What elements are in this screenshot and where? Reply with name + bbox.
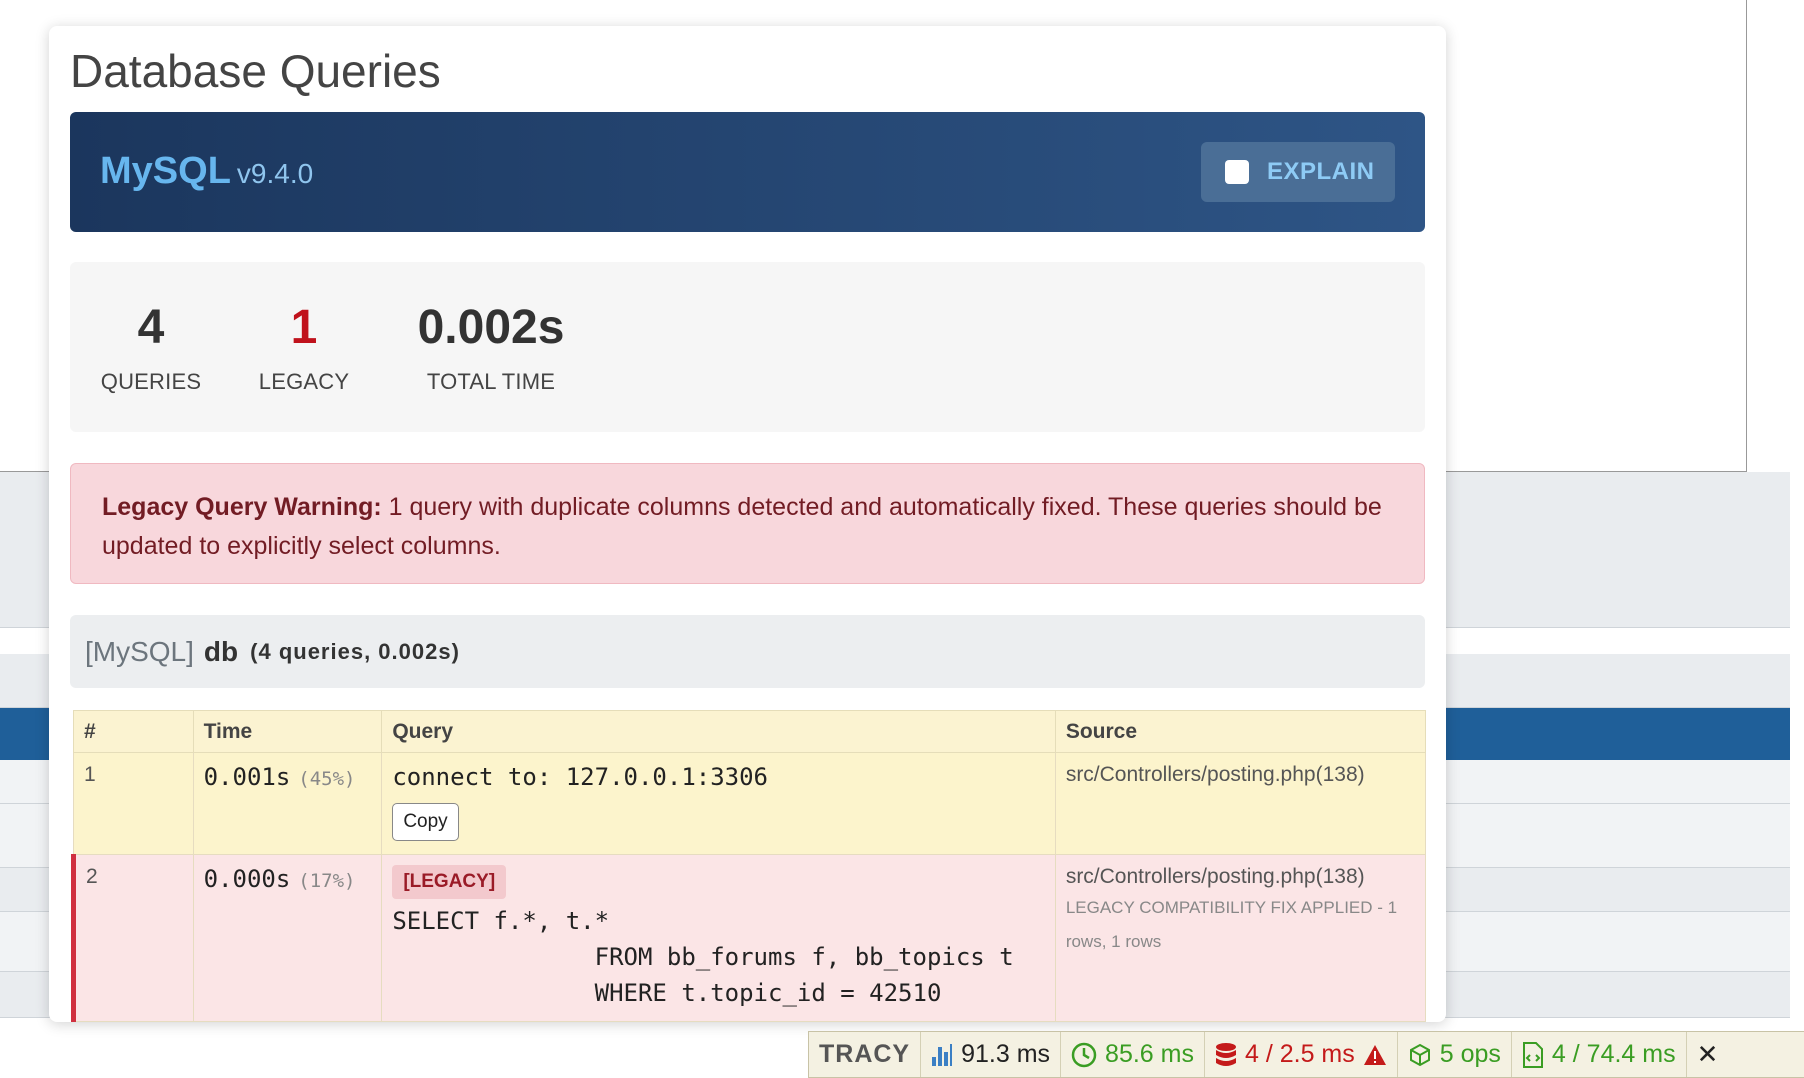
- stats-summary: 4 QUERIES 1 LEGACY 0.002s TOTAL TIME: [70, 262, 1425, 432]
- time-value: 0.000s: [203, 865, 291, 893]
- stat-value: 4: [137, 301, 165, 354]
- stat-label: QUERIES: [100, 369, 202, 394]
- queries-table: # Time Query Source 1 0.001s (45%) connec…: [71, 710, 1427, 1022]
- tracy-logo[interactable]: TRACY: [809, 1032, 922, 1077]
- tracy-database-panel[interactable]: 4 / 2.5 ms: [1205, 1032, 1398, 1077]
- connection-name: db: [203, 635, 239, 667]
- row-number: 1: [73, 752, 194, 855]
- row-source: src/Controllers/posting.php(138) LEGACY …: [1054, 854, 1427, 1022]
- copy-button[interactable]: Copy: [392, 803, 459, 841]
- column-header-time: Time: [192, 710, 383, 753]
- explain-checkbox[interactable]: [1225, 160, 1249, 184]
- tracy-timer-value: 91.3 ms: [961, 1040, 1051, 1068]
- warning-title: Legacy Query Warning:: [102, 493, 382, 521]
- column-header-query: Query: [381, 710, 1056, 753]
- table-row: 1 0.001s (45%) connect to: 127.0.0.1:3306…: [73, 752, 1427, 855]
- stat-legacy: 1 LEGACY: [256, 300, 352, 395]
- close-icon[interactable]: ✕: [1697, 1039, 1719, 1070]
- engine-version: v9.4.0: [236, 158, 314, 189]
- tracy-timer-panel[interactable]: 91.3 ms: [921, 1032, 1062, 1077]
- stat-label: TOTAL TIME: [426, 369, 556, 394]
- tracy-close-button[interactable]: ✕: [1687, 1032, 1729, 1077]
- warning-icon: [1363, 1044, 1387, 1066]
- clock-icon: [1071, 1042, 1097, 1068]
- tracy-files-value: 4 / 74.4 ms: [1551, 1040, 1676, 1068]
- stat-queries: 4 QUERIES: [98, 300, 204, 395]
- file-code-icon: [1522, 1041, 1544, 1068]
- column-header-number: #: [73, 710, 194, 753]
- panel-title: Database Queries: [70, 45, 441, 97]
- query-text[interactable]: SELECT f.*, t.* FROM bb_forums f, bb_top…: [392, 903, 1044, 1011]
- row-query: [LEGACY] SELECT f.*, t.* FROM bb_forums …: [381, 854, 1056, 1022]
- tracy-debug-bar: TRACY 91.3 ms 85.6 ms 4 / 2.5 ms 5 ops 4…: [808, 1031, 1804, 1078]
- db-engine-header: MySQL v9.4.0 EXPLAIN: [70, 112, 1425, 232]
- column-header-source: Source: [1054, 710, 1427, 753]
- tracy-database-value: 4 / 2.5 ms: [1244, 1040, 1355, 1068]
- tracy-duration-value: 85.6 ms: [1105, 1040, 1194, 1068]
- explain-toggle[interactable]: EXPLAIN: [1201, 142, 1395, 202]
- row-query: connect to: 127.0.0.1:3306 Copy: [381, 752, 1056, 855]
- engine-label: MySQL: [100, 150, 231, 192]
- connection-engine: [MySQL]: [85, 635, 194, 667]
- bar-chart-icon: [931, 1043, 953, 1067]
- legacy-warning: Legacy Query Warning: 1 query with dupli…: [70, 463, 1425, 584]
- time-percent: (17%): [298, 870, 356, 892]
- legacy-fix-note: LEGACY COMPATIBILITY FIX APPLIED - 1 row…: [1065, 898, 1398, 951]
- db-engine-name: MySQL v9.4.0: [100, 150, 313, 193]
- stat-value: 1: [290, 301, 318, 354]
- tracy-duration-panel[interactable]: 85.6 ms: [1061, 1032, 1205, 1077]
- source-link[interactable]: src/Controllers/posting.php(138): [1066, 865, 1415, 889]
- database-queries-panel: Database Queries MySQL v9.4.0 EXPLAIN 4 Q…: [49, 26, 1446, 1022]
- tracy-ops-value: 5 ops: [1439, 1040, 1501, 1068]
- connection-header: [MySQL] db (4 queries, 0.002s): [70, 615, 1425, 688]
- database-icon: [1215, 1042, 1237, 1068]
- stat-label: LEGACY: [258, 369, 350, 394]
- row-source: src/Controllers/posting.php(138): [1054, 752, 1427, 855]
- table-row: 2 0.000s (17%) [LEGACY] SELECT f.*, t.* F…: [71, 854, 1427, 1022]
- row-time: 0.000s (17%): [192, 854, 383, 1022]
- query-text[interactable]: connect to: 127.0.0.1:3306: [392, 763, 1044, 791]
- tracy-ops-panel[interactable]: 5 ops: [1398, 1032, 1512, 1077]
- time-percent: (45%): [298, 768, 356, 790]
- tracy-files-panel[interactable]: 4 / 74.4 ms: [1512, 1032, 1687, 1077]
- connection-meta: (4 queries, 0.002s): [250, 638, 460, 664]
- cube-icon: [1408, 1043, 1432, 1067]
- explain-label: EXPLAIN: [1267, 158, 1375, 185]
- stat-total-time: 0.002s TOTAL TIME: [406, 300, 576, 395]
- source-link[interactable]: src/Controllers/posting.php(138): [1066, 763, 1415, 787]
- table-header-row: # Time Query Source: [73, 710, 1427, 753]
- stat-value: 0.002s: [417, 301, 565, 354]
- row-time: 0.001s (45%): [192, 752, 383, 855]
- row-number: 2: [71, 854, 194, 1022]
- legacy-badge: [LEGACY]: [392, 865, 507, 899]
- time-value: 0.001s: [203, 763, 291, 791]
